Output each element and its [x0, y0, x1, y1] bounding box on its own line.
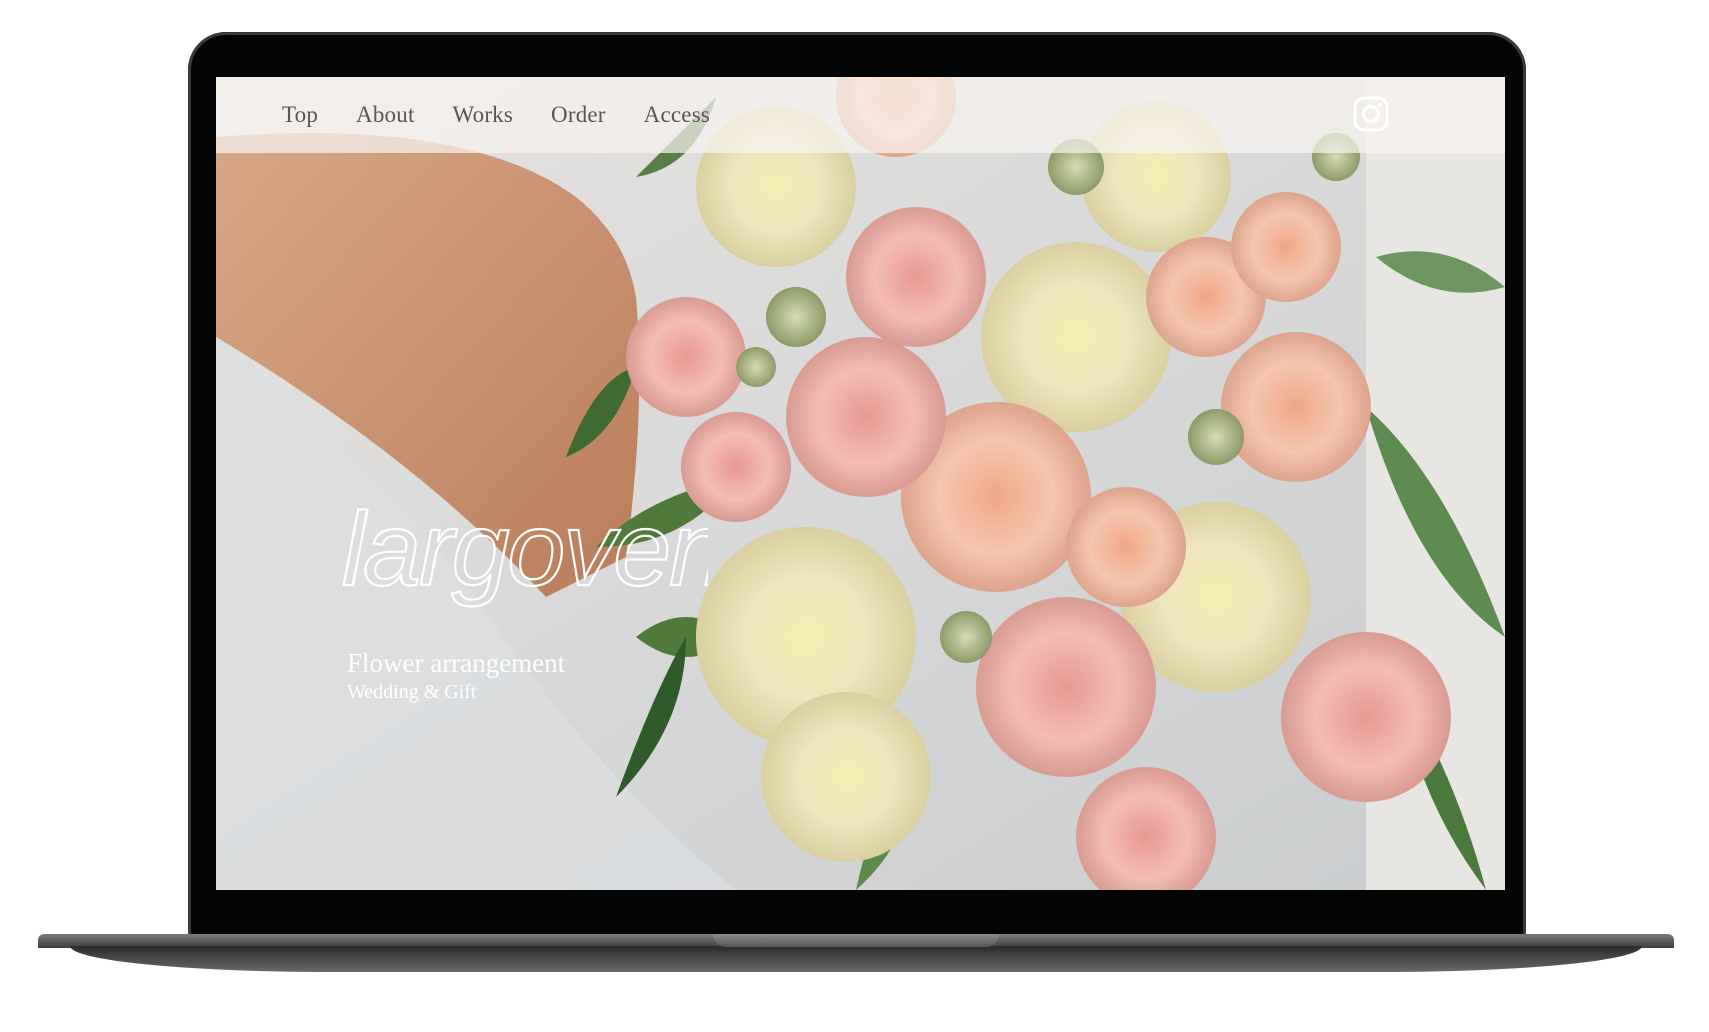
brand-logo-text: largovent	[342, 492, 708, 608]
nav-link-about[interactable]: About	[356, 102, 415, 128]
nav-link-top[interactable]: Top	[282, 102, 318, 128]
hero-subtagline: Wedding & Gift	[347, 681, 477, 703]
nav-link-access[interactable]: Access	[644, 102, 710, 128]
hero-tagline: Flower arrangement	[347, 648, 566, 678]
brand-logo: largovent	[341, 491, 708, 609]
nav-links: Top About Works Order Access	[282, 77, 710, 153]
instagram-icon[interactable]	[1352, 95, 1390, 133]
laptop-hinge-notch	[713, 934, 999, 947]
top-navigation: Top About Works Order Access	[216, 77, 1505, 153]
laptop-base-lip	[70, 946, 1642, 972]
nav-link-order[interactable]: Order	[551, 102, 606, 128]
nav-link-works[interactable]: Works	[453, 102, 513, 128]
website-screen: Top About Works Order Access largovent F…	[216, 77, 1505, 890]
